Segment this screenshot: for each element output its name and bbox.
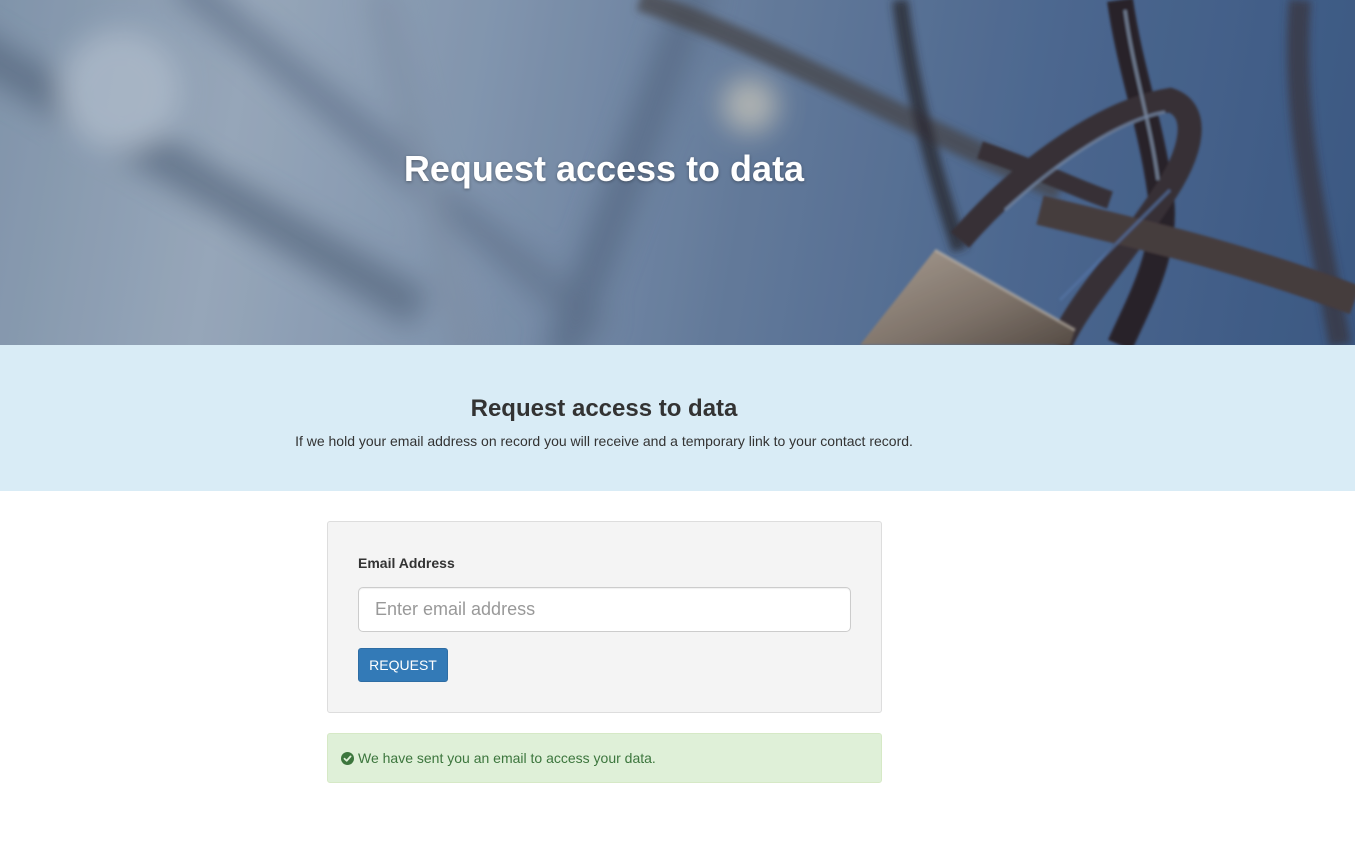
hero-banner: Request access to data (0, 0, 1355, 345)
request-access-form: Email Address REQUEST (327, 521, 882, 713)
intro-heading: Request access to data (470, 395, 738, 422)
intro-band: Request access to data If we hold your e… (0, 345, 1355, 491)
request-button[interactable]: REQUEST (358, 648, 448, 682)
email-label: Email Address (358, 555, 455, 571)
success-alert: We have sent you an email to access your… (327, 733, 882, 783)
hero-title: Request access to data (403, 148, 805, 189)
alert-message: We have sent you an email to access your… (358, 750, 656, 766)
email-input[interactable] (358, 587, 851, 632)
intro-description: If we hold your email address on record … (295, 433, 913, 449)
check-circle-icon (341, 752, 354, 765)
